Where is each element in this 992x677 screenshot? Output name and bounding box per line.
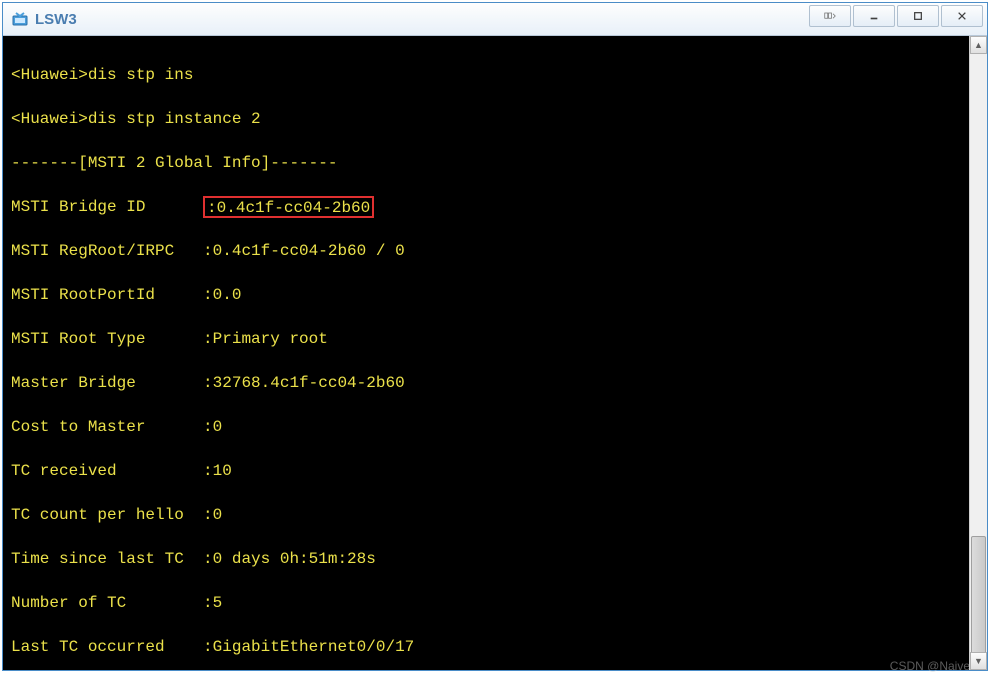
field-label: Time since last TC: [11, 550, 203, 568]
field-value: :Primary root: [203, 330, 328, 348]
prompt-line: <Huawei>dis stp ins: [11, 66, 193, 84]
vertical-scrollbar[interactable]: ▲ ▼: [969, 36, 987, 670]
field-label: Last TC occurred: [11, 638, 203, 656]
bridge-id-highlight: :0.4c1f-cc04-2b60: [203, 196, 374, 218]
window-title: LSW3: [35, 11, 77, 28]
field-value: :0 days 0h:51m:28s: [203, 550, 376, 568]
maximize-button[interactable]: [897, 5, 939, 27]
prompt-line: <Huawei>dis stp instance 2: [11, 110, 261, 128]
minimize-button[interactable]: [853, 5, 895, 27]
field-value: :GigabitEthernet0/0/17: [203, 638, 414, 656]
field-label: MSTI Root Type: [11, 330, 203, 348]
titlebar[interactable]: LSW3: [3, 3, 987, 36]
field-value: :32768.4c1f-cc04-2b60: [203, 374, 405, 392]
tab-overflow-button[interactable]: [809, 5, 851, 27]
field-value: :0: [203, 506, 222, 524]
field-value: :0.0: [203, 286, 241, 304]
field-label: Number of TC: [11, 594, 203, 612]
field-value: :0.4c1f-cc04-2b60 / 0: [203, 242, 405, 260]
scroll-up-button[interactable]: ▲: [970, 36, 987, 54]
field-label: TC count per hello: [11, 506, 203, 524]
app-icon: [11, 10, 29, 28]
scroll-down-button[interactable]: ▼: [970, 652, 987, 670]
field-value: :0: [203, 418, 222, 436]
terminal-output[interactable]: <Huawei>dis stp ins <Huawei>dis stp inst…: [3, 36, 969, 670]
field-label: Cost to Master: [11, 418, 203, 436]
field-label: Master Bridge: [11, 374, 203, 392]
field-value: :5: [203, 594, 222, 612]
window-controls: [807, 5, 983, 27]
field-label: MSTI RootPortId: [11, 286, 203, 304]
section-header: -------[MSTI 2 Global Info]-------: [11, 152, 961, 174]
app-window: LSW3 <Huawei>dis stp ins <Huawei>dis stp…: [2, 2, 988, 671]
scroll-thumb[interactable]: [971, 536, 986, 656]
field-label: TC received: [11, 462, 203, 480]
close-button[interactable]: [941, 5, 983, 27]
terminal-area: <Huawei>dis stp ins <Huawei>dis stp inst…: [3, 36, 987, 670]
field-value: :10: [203, 462, 232, 480]
field-label: MSTI RegRoot/IRPC: [11, 242, 203, 260]
field-label: MSTI Bridge ID: [11, 198, 203, 216]
